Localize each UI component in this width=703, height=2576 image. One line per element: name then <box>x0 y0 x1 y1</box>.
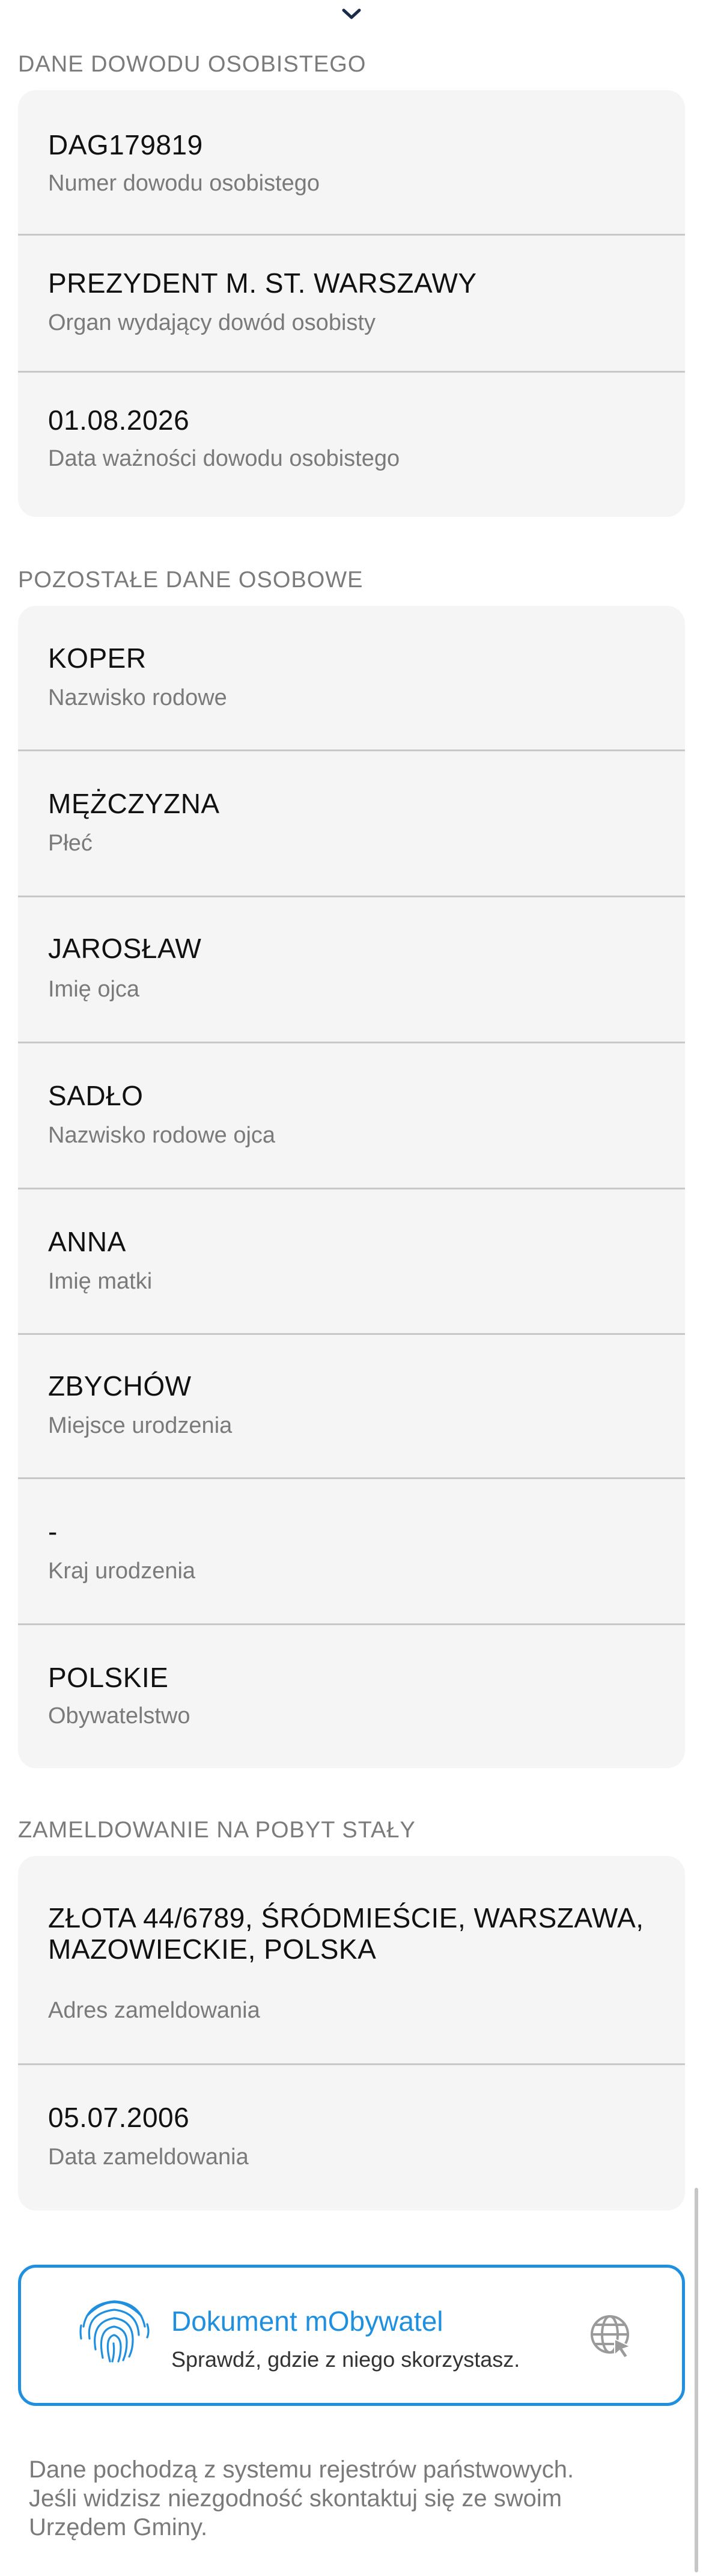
expiry-date-label: Data ważności dowodu osobistego <box>48 446 400 471</box>
expiry-date-value: 01.08.2026 <box>48 404 190 436</box>
section-header-other: POZOSTAŁE DANE OSOBOWE <box>18 567 364 593</box>
fingerprint-icon <box>79 2300 150 2363</box>
footer-line: Jeśli widzisz niezgodność skontaktuj się… <box>29 2485 562 2512</box>
data-row: POLSKIE Obywatelstwo <box>18 1625 685 1768</box>
family-name-label: Nazwisko rodowe <box>48 685 227 710</box>
issuing-authority-value: PREZYDENT M. ST. WARSZAWY <box>48 267 477 299</box>
father-family-name-value: SADŁO <box>48 1080 144 1111</box>
mobywatel-document-button[interactable]: Dokument mObywatel Sprawdź, gdzie z nieg… <box>18 2265 685 2406</box>
data-row: SADŁO Nazwisko rodowe ojca <box>18 1043 685 1189</box>
id-number-value: DAG179819 <box>48 129 203 160</box>
globe-icon <box>591 2315 632 2358</box>
data-row: PREZYDENT M. ST. WARSZAWY Organ wydający… <box>18 236 685 373</box>
data-source-note: Dane pochodzą z systemu rejestrów państw… <box>29 2455 666 2542</box>
sex-value: MĘŻCZYZNA <box>48 788 220 819</box>
section-header-residence: ZAMELDOWANIE NA POBYT STAŁY <box>18 1818 416 1843</box>
scrollbar[interactable] <box>695 2188 698 2572</box>
chevron-down-icon[interactable] <box>340 6 363 22</box>
personal-data-screen: DANE DOWODU OSOBISTEGO DAG179819 Numer d… <box>0 0 703 2576</box>
data-row: 01.08.2026 Data ważności dowodu osobiste… <box>18 373 685 517</box>
data-row: ZŁOTA 44/6789, ŚRÓDMIEŚCIE, WARSZAWA, MA… <box>18 1856 685 2065</box>
birthplace-label: Miejsce urodzenia <box>48 1413 233 1438</box>
father-name-value: JAROSŁAW <box>48 933 202 964</box>
data-row: JAROSŁAW Imię ojca <box>18 897 685 1043</box>
issuing-authority-label: Organ wydający dowód osobisty <box>48 310 376 335</box>
data-row: 05.07.2006 Data zameldowania <box>18 2065 685 2211</box>
birthplace-value: ZBYCHÓW <box>48 1370 192 1402</box>
footer-line: Dane pochodzą z systemu rejestrów państw… <box>29 2456 574 2483</box>
address-value-line2: MAZOWIECKIE, POLSKA <box>48 1934 377 1965</box>
father-family-name-label: Nazwisko rodowe ojca <box>48 1123 276 1148</box>
other-data-card: KOPER Nazwisko rodowe MĘŻCZYZNA Płeć JAR… <box>18 606 685 1768</box>
data-row: ZBYCHÓW Miejsce urodzenia <box>18 1335 685 1479</box>
registration-date-value: 05.07.2006 <box>48 2102 190 2133</box>
data-row: DAG179819 Numer dowodu osobistego <box>18 90 685 236</box>
footer-line: Urzędem Gminy. <box>29 2514 208 2541</box>
father-name-label: Imię ojca <box>48 977 140 1002</box>
birth-country-label: Kraj urodzenia <box>48 1558 196 1584</box>
id-card-data-card: DAG179819 Numer dowodu osobistego PREZYD… <box>18 90 685 517</box>
address-label: Adres zameldowania <box>48 1998 260 2023</box>
promo-subtitle: Sprawdź, gdzie z niego skorzystasz. <box>171 2347 520 2372</box>
registration-date-label: Data zameldowania <box>48 2144 249 2170</box>
id-number-label: Numer dowodu osobistego <box>48 171 320 196</box>
citizenship-value: POLSKIE <box>48 1662 169 1693</box>
birth-country-value: - <box>48 1516 58 1547</box>
mother-name-value: ANNA <box>48 1226 126 1257</box>
address-value-line1: ZŁOTA 44/6789, ŚRÓDMIEŚCIE, WARSZAWA, <box>48 1902 644 1934</box>
data-row: MĘŻCZYZNA Płeć <box>18 751 685 897</box>
data-row: ANNA Imię matki <box>18 1189 685 1335</box>
residence-data-card: ZŁOTA 44/6789, ŚRÓDMIEŚCIE, WARSZAWA, MA… <box>18 1856 685 2211</box>
sex-label: Płeć <box>48 831 93 856</box>
family-name-value: KOPER <box>48 642 147 674</box>
mother-name-label: Imię matki <box>48 1269 153 1294</box>
data-row: KOPER Nazwisko rodowe <box>18 606 685 751</box>
data-row: - Kraj urodzenia <box>18 1479 685 1625</box>
promo-title: Dokument mObywatel <box>171 2306 443 2337</box>
section-header-id-card: DANE DOWODU OSOBISTEGO <box>18 52 367 77</box>
citizenship-label: Obywatelstwo <box>48 1703 190 1729</box>
